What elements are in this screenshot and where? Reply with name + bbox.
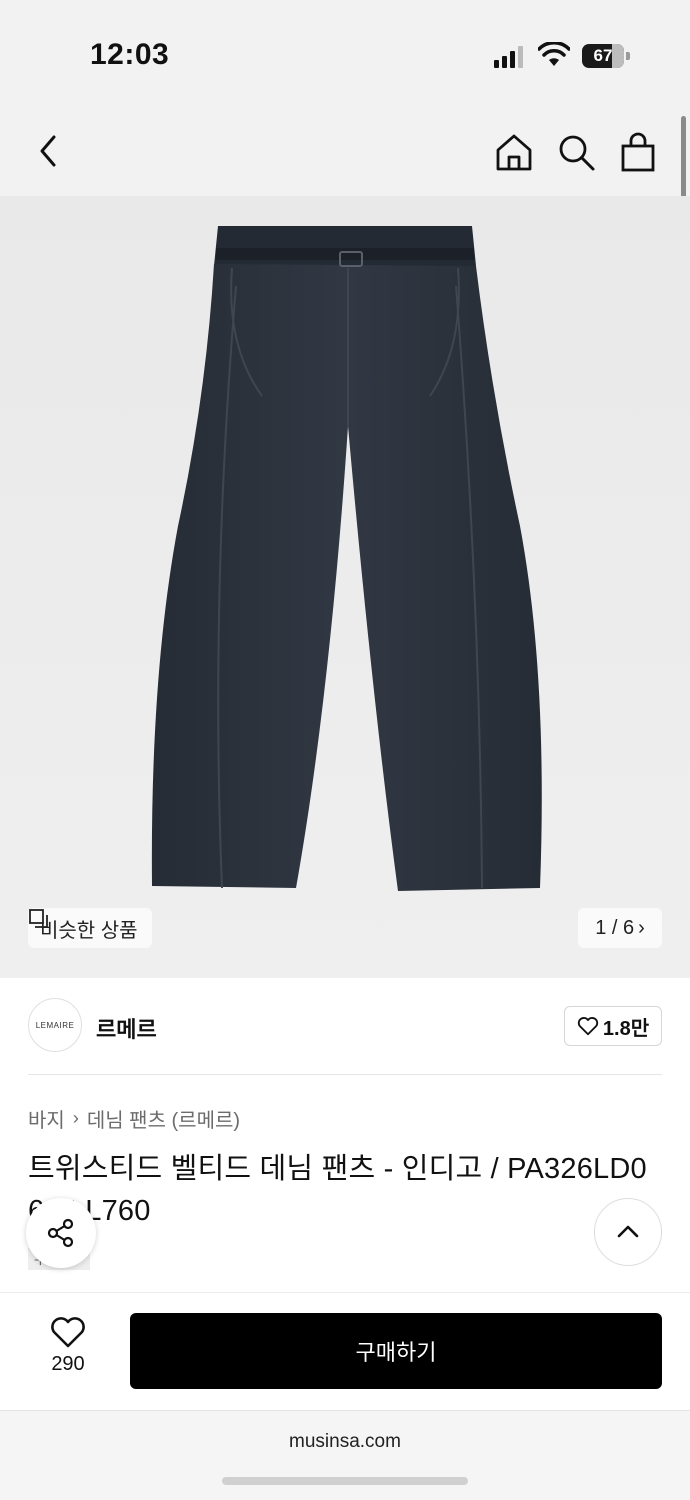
- search-icon[interactable]: [556, 132, 596, 172]
- scroll-to-top-button[interactable]: [594, 1198, 662, 1266]
- product-title: 트위스티드 벨티드 데님 팬츠 - 인디고 / PA326LD06 3LL760: [28, 1153, 647, 1227]
- brand-name[interactable]: 르메르: [96, 1012, 157, 1044]
- share-icon: [47, 1218, 74, 1248]
- shopping-bag-icon[interactable]: [618, 132, 658, 172]
- divider: [28, 1074, 662, 1075]
- brand-like-button[interactable]: 1.8만: [564, 1006, 662, 1046]
- chevron-right-icon: ›: [638, 916, 645, 939]
- buy-button[interactable]: 구매하기: [130, 1313, 662, 1389]
- brand-like-count: 1.8만: [602, 1017, 650, 1040]
- denim-pants-image: [151, 226, 542, 891]
- pager-count: 1 / 6: [595, 916, 635, 939]
- wishlist-count: 290: [51, 1353, 85, 1375]
- wifi-icon: [538, 42, 570, 66]
- home-indicator: [222, 1477, 468, 1485]
- brand-logo[interactable]: LEMAIRE: [28, 998, 82, 1052]
- product-image-gallery[interactable]: 비슷한 상품 1 / 6 ›: [0, 196, 690, 978]
- purchase-bar: 290 구매하기: [0, 1292, 690, 1410]
- battery-icon: 67: [582, 44, 630, 68]
- breadcrumb: 바지 › 데님 팬츠 (르메르): [28, 1104, 240, 1133]
- status-bar: 12:03 67: [0, 0, 690, 100]
- home-icon[interactable]: [494, 132, 534, 172]
- top-nav-bar: [0, 100, 690, 196]
- heart-outline-icon: [51, 1317, 85, 1348]
- url-text[interactable]: musinsa.com: [0, 1431, 690, 1453]
- chevron-right-icon: ›: [72, 1108, 79, 1128]
- battery-percentage: 67: [593, 46, 613, 65]
- chevron-up-icon: [617, 1225, 639, 1238]
- image-pager[interactable]: 1 / 6 ›: [578, 908, 662, 948]
- wishlist-button[interactable]: 290: [30, 1315, 106, 1385]
- similar-items-icon: [29, 909, 48, 928]
- status-time: 12:03: [90, 38, 170, 71]
- browser-address-bar: musinsa.com: [0, 1410, 690, 1500]
- cellular-signal-icon: [494, 46, 523, 68]
- back-chevron-icon[interactable]: [34, 133, 64, 169]
- breadcrumb-category[interactable]: 바지: [28, 1104, 65, 1133]
- breadcrumb-subcategory[interactable]: 데님 팬츠 (르메르): [87, 1104, 240, 1133]
- similar-products-button[interactable]: 비슷한 상품: [28, 908, 152, 948]
- brand-row: LEMAIRE 르메르 1.8만: [28, 996, 662, 1056]
- share-button[interactable]: [26, 1198, 96, 1268]
- similar-products-label: 비슷한 상품: [40, 919, 138, 942]
- heart-outline-icon: [577, 1017, 599, 1036]
